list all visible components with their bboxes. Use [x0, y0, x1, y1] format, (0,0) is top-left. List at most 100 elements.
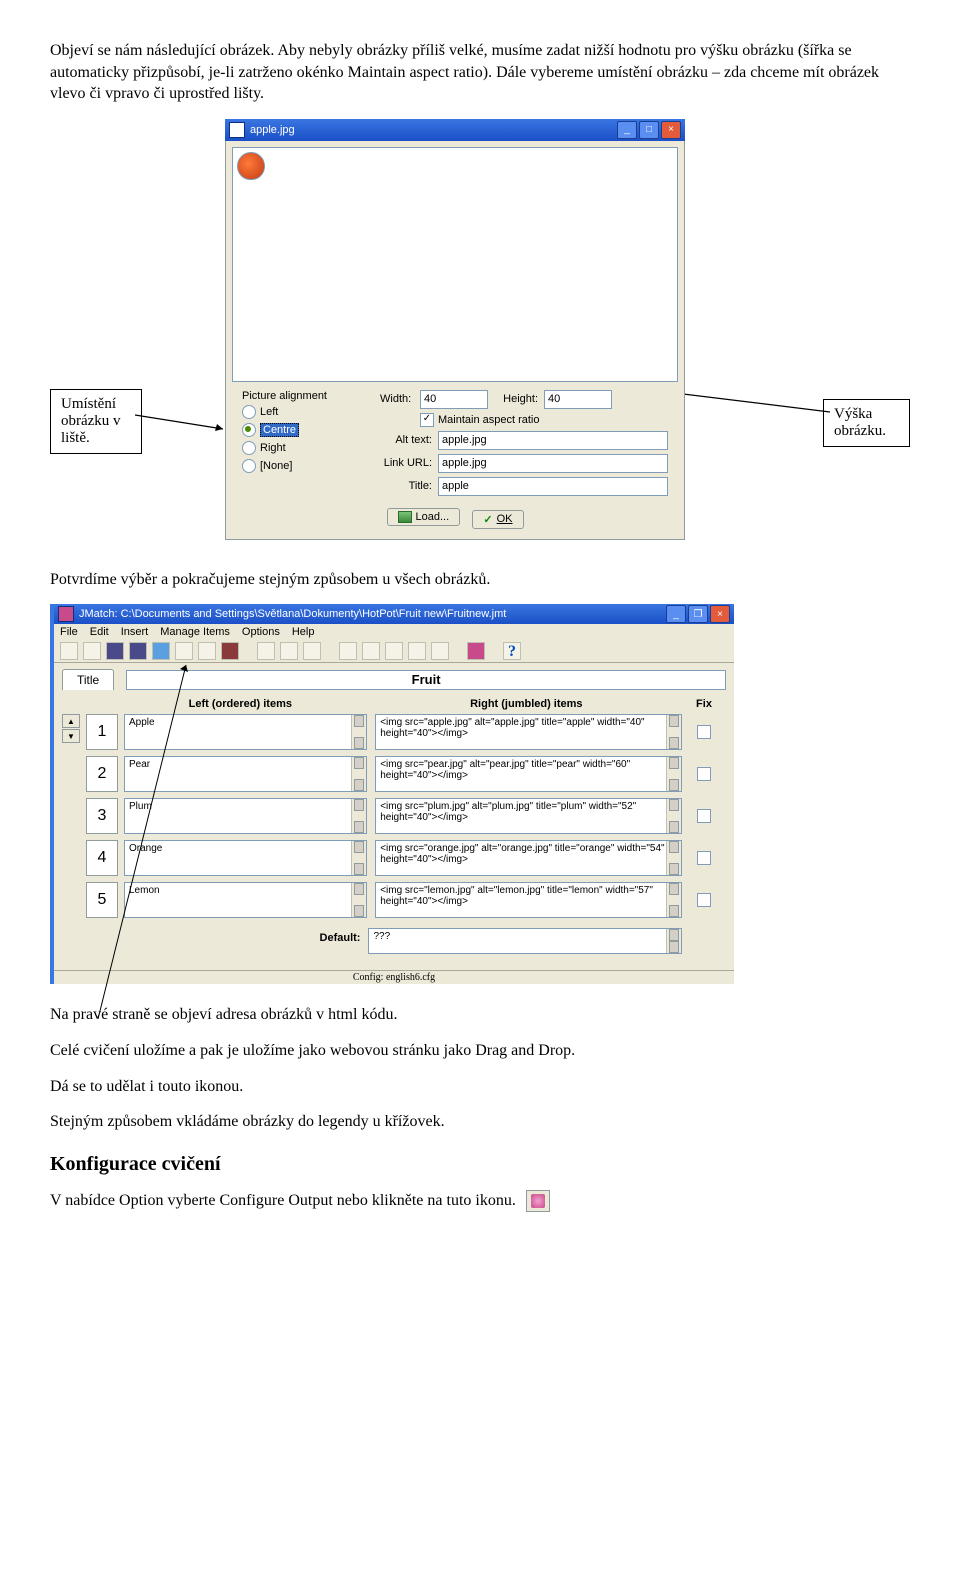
row-num: 3 [86, 798, 118, 834]
right-item-input[interactable]: <img src="plum.jpg" alt="plum.jpg" title… [375, 798, 682, 834]
maximize-button[interactable]: □ [639, 121, 659, 139]
radio-centre[interactable]: Centre [242, 423, 362, 437]
row-num: 2 [86, 756, 118, 792]
image-preview [232, 147, 678, 382]
paragraph-icon-hint: Dá se to udělat i touto ikonou. [50, 1076, 910, 1098]
tool-config[interactable] [467, 642, 485, 660]
file-icon [229, 122, 245, 138]
menu-manage[interactable]: Manage Items [160, 626, 230, 638]
menu-insert[interactable]: Insert [121, 626, 149, 638]
alignment-label: Picture alignment [242, 390, 362, 402]
menu-bar[interactable]: File Edit Insert Manage Items Options He… [54, 624, 734, 640]
scrollbar[interactable] [666, 929, 681, 953]
scrollbar[interactable] [666, 715, 681, 749]
menu-file[interactable]: File [60, 626, 78, 638]
left-item-input[interactable]: Pear [124, 756, 367, 792]
callout-position: Umístění obrázku v liště. [50, 389, 142, 454]
tool-web2[interactable] [198, 642, 216, 660]
tool-media[interactable] [385, 642, 403, 660]
paragraph-config: V nabídce Option vyberte Configure Outpu… [50, 1190, 910, 1212]
menu-options[interactable]: Options [242, 626, 280, 638]
table-row: ▲▼ 1 Apple <img src="apple.jpg" alt="app… [62, 714, 726, 750]
left-item-input[interactable]: Plum [124, 798, 367, 834]
tool-img[interactable] [339, 642, 357, 660]
width-label: Width: [380, 393, 420, 405]
ok-button[interactable]: ✓OK [472, 510, 523, 529]
right-item-input[interactable]: <img src="apple.jpg" alt="apple.jpg" tit… [375, 714, 682, 750]
tool-timer[interactable] [408, 642, 426, 660]
jmatch-titlebar[interactable]: JMatch: C:\Documents and Settings\Světla… [54, 604, 734, 624]
tool-keys[interactable] [431, 642, 449, 660]
alt-input[interactable] [438, 431, 668, 450]
tool-new[interactable] [60, 642, 78, 660]
minimize-button[interactable]: _ [617, 121, 637, 139]
dialog-titlebar[interactable]: apple.jpg _ □ × [225, 119, 685, 141]
menu-edit[interactable]: Edit [90, 626, 109, 638]
title-input[interactable] [438, 477, 668, 496]
left-item-input[interactable]: Orange [124, 840, 367, 876]
tool-copy[interactable] [280, 642, 298, 660]
heading-config: Konfigurace cvičení [50, 1153, 910, 1176]
scrollbar[interactable] [351, 799, 366, 833]
title-tab[interactable]: Title [62, 669, 114, 690]
scrollbar[interactable] [351, 883, 366, 917]
jm-minimize[interactable]: _ [666, 605, 686, 623]
link-input[interactable] [438, 454, 668, 473]
tool-web1[interactable] [175, 642, 193, 660]
tool-saveas[interactable] [129, 642, 147, 660]
spin-up[interactable]: ▲ [62, 714, 80, 728]
row-num: 4 [86, 840, 118, 876]
configure-icon[interactable] [526, 1190, 550, 1212]
check-icon: ✓ [483, 513, 492, 526]
tool-prev[interactable] [152, 642, 170, 660]
link-label: Link URL: [380, 457, 432, 469]
scrollbar[interactable] [666, 883, 681, 917]
spin-down[interactable]: ▼ [62, 729, 80, 743]
load-button[interactable]: Load... [387, 508, 461, 526]
tool-cut[interactable] [257, 642, 275, 660]
right-item-input[interactable]: <img src="lemon.jpg" alt="lemon.jpg" tit… [375, 882, 682, 918]
height-input[interactable] [544, 390, 612, 409]
jm-close[interactable]: × [710, 605, 730, 623]
hdr-left: Left (ordered) items [118, 698, 363, 710]
tool-paste[interactable] [303, 642, 321, 660]
toolbar: ? [54, 640, 734, 663]
paragraph-confirm: Potvrdíme výběr a pokračujeme stejným zp… [50, 569, 910, 591]
scrollbar[interactable] [351, 715, 366, 749]
close-button[interactable]: × [661, 121, 681, 139]
alt-label: Alt text: [380, 434, 432, 446]
left-item-input[interactable]: Lemon [124, 882, 367, 918]
scrollbar[interactable] [666, 799, 681, 833]
fix-checkbox[interactable] [697, 893, 711, 907]
tool-link[interactable] [362, 642, 380, 660]
title-input[interactable] [126, 670, 726, 690]
left-item-input[interactable]: Apple [124, 714, 367, 750]
radio-right[interactable]: Right [242, 441, 362, 455]
gear-flower-icon [531, 1194, 545, 1208]
width-input[interactable] [420, 390, 488, 409]
hdr-fix: Fix [682, 698, 726, 710]
title-label: Title: [380, 480, 432, 492]
fix-checkbox[interactable] [697, 767, 711, 781]
fix-checkbox[interactable] [697, 725, 711, 739]
radio-none[interactable]: [None] [242, 459, 362, 473]
height-label: Height: [488, 393, 538, 405]
scrollbar[interactable] [666, 757, 681, 791]
jmatch-window: JMatch: C:\Documents and Settings\Světla… [50, 604, 734, 984]
radio-left[interactable]: Left [242, 405, 362, 419]
jm-restore[interactable]: ❐ [688, 605, 708, 623]
scrollbar[interactable] [666, 841, 681, 875]
right-item-input[interactable]: <img src="orange.jpg" alt="orange.jpg" t… [375, 840, 682, 876]
fix-checkbox[interactable] [697, 809, 711, 823]
maintain-aspect-checkbox[interactable]: Maintain aspect ratio [420, 413, 668, 427]
fix-checkbox[interactable] [697, 851, 711, 865]
tool-web3[interactable] [221, 642, 239, 660]
default-input[interactable]: ??? [368, 928, 682, 954]
menu-help[interactable]: Help [292, 626, 315, 638]
tool-open[interactable] [83, 642, 101, 660]
right-item-input[interactable]: <img src="pear.jpg" alt="pear.jpg" title… [375, 756, 682, 792]
scrollbar[interactable] [351, 757, 366, 791]
tool-save[interactable] [106, 642, 124, 660]
scrollbar[interactable] [351, 841, 366, 875]
tool-help[interactable]: ? [503, 642, 521, 660]
